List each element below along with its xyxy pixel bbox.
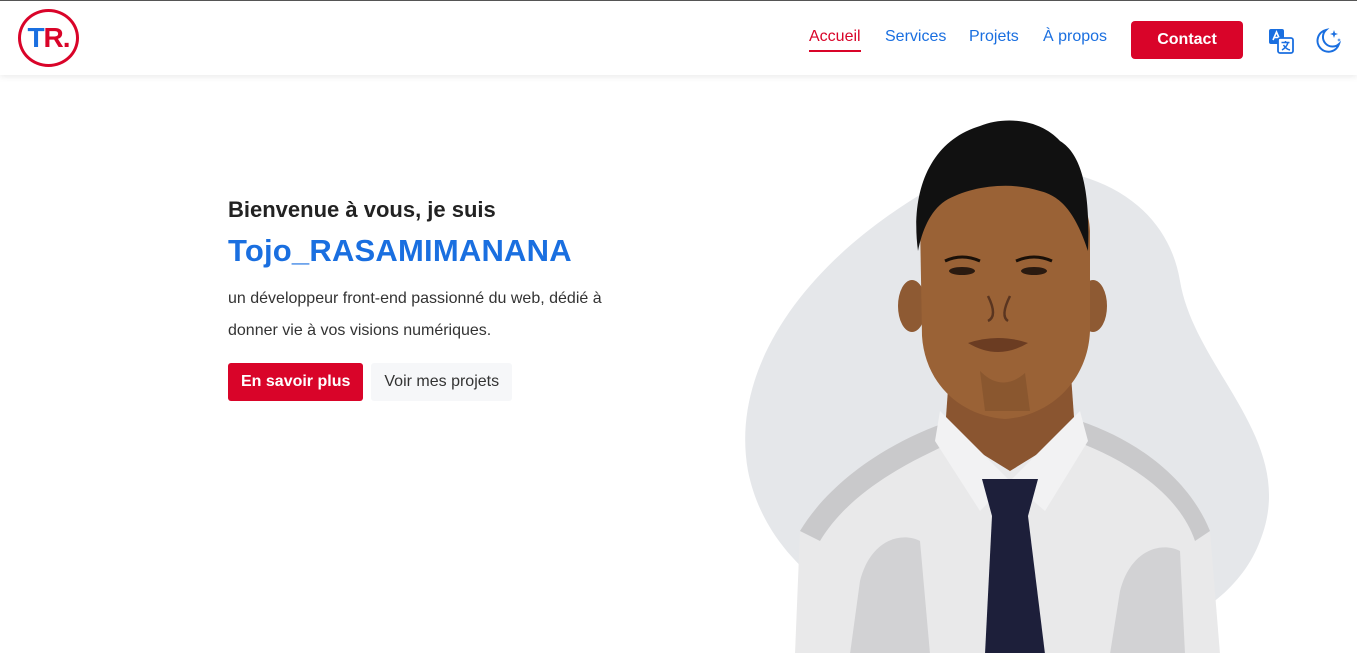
learn-more-button[interactable]: En savoir plus: [228, 363, 364, 401]
portrait-illustration: [740, 111, 1280, 653]
hero-text: Bienvenue à vous, je suis Tojo_RASAMIMAN…: [228, 197, 648, 401]
translate-icon[interactable]: [1267, 27, 1295, 55]
dark-mode-moon-icon[interactable]: [1314, 27, 1342, 55]
hero-name: Tojo_RASAMIMANANA: [228, 233, 572, 268]
contact-button[interactable]: Contact: [1131, 21, 1243, 59]
nav-link-projets[interactable]: Projets: [969, 28, 1019, 46]
navbar: T R. Accueil Services Projets À propos Co…: [0, 1, 1357, 75]
nav-link-a-propos[interactable]: À propos: [1043, 28, 1107, 46]
logo[interactable]: T R.: [18, 9, 79, 67]
view-projects-button[interactable]: Voir mes projets: [371, 363, 513, 401]
hero-actions: En savoir plus Voir mes projets: [228, 363, 648, 401]
nav-link-accueil[interactable]: Accueil: [809, 28, 861, 52]
hero-description: un développeur front-end passionné du we…: [228, 290, 602, 339]
page: T R. Accueil Services Projets À propos Co…: [0, 0, 1357, 653]
nav-link-services[interactable]: Services: [885, 28, 946, 46]
logo-letter-t: T: [27, 22, 44, 53]
hero-greeting: Bienvenue à vous, je suis: [228, 197, 496, 222]
logo-letter-r: R.: [43, 22, 71, 53]
